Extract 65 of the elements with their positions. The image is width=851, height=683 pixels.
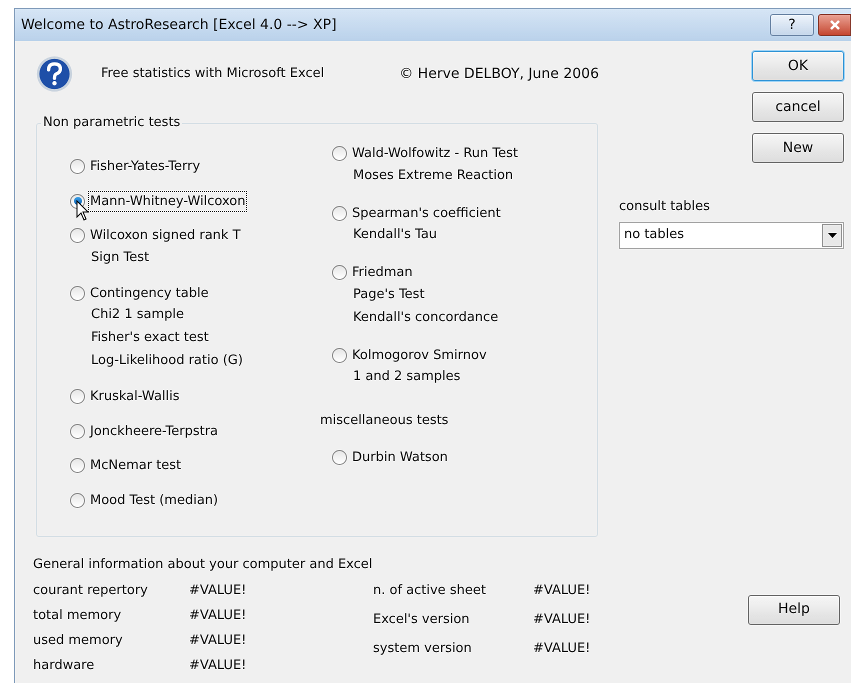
option-sublabel: Page's Test (353, 286, 426, 304)
info-label: system version (373, 640, 473, 658)
dialog-button[interactable]: cancel (752, 92, 844, 122)
radio-button[interactable] (70, 458, 85, 474)
option-label: Wald-Wolfowitz - Run Test (351, 145, 519, 163)
option-label: Spearman's coefficient (351, 204, 502, 222)
consult-label: consult tables (619, 198, 711, 216)
close-button[interactable] (818, 14, 851, 36)
info-value: #VALUE! (189, 582, 248, 600)
info-title: General information about your computer and Excel (33, 556, 374, 574)
radio-button[interactable] (70, 159, 85, 174)
option-sublabel: Fisher's exact test (91, 329, 210, 347)
radio-button[interactable] (332, 450, 347, 465)
dialog-button[interactable]: New (752, 133, 844, 163)
option-sublabel: Log-Likelihood ratio (G) (91, 352, 244, 370)
info-label: Excel's version (373, 610, 471, 628)
radio-button[interactable] (332, 146, 347, 162)
option-label: Wilcoxon signed rank T (89, 227, 242, 245)
dialog-button[interactable]: OK (752, 51, 844, 81)
option-sublabel: Kendall's concordance (353, 308, 500, 326)
option-label: Jonckheere-Terpstra (89, 422, 220, 440)
info-label: n. of active sheet (373, 582, 487, 600)
option-label: Kolmogorov Smirnov (351, 346, 488, 364)
option-sublabel: Kendall's Tau (353, 226, 438, 244)
window-title: Welcome to AstroResearch [Excel 4.0 --> XP] (21, 16, 338, 34)
option-sublabel: Chi2 1 sample (91, 306, 185, 324)
info-label: hardware (33, 656, 96, 674)
section-heading: miscellaneous tests (320, 412, 450, 430)
info-value: #VALUE! (533, 640, 590, 658)
radio-button[interactable] (70, 228, 85, 244)
mouse-cursor-icon (76, 200, 90, 222)
close-icon (828, 19, 840, 31)
option-label: Friedman (351, 264, 414, 282)
subtitle-text: Free statistics with Microsoft Excel (100, 65, 326, 84)
info-value: #VALUE! (189, 632, 248, 650)
info-label: total memory (33, 606, 122, 624)
option-label: Contingency table (89, 284, 210, 302)
info-value: #VALUE! (189, 606, 248, 624)
copyright-text: © Herve DELBOY, June 2006 (399, 64, 599, 84)
option-label: Mood Test (median) (89, 492, 220, 510)
option-label: Mann-Whitney-Wilcoxon (89, 192, 246, 211)
help-title-button[interactable]: ? (770, 14, 814, 36)
dropdown-arrow-icon (828, 232, 836, 238)
radio-button[interactable] (70, 286, 85, 301)
radio-button[interactable] (332, 265, 347, 280)
option-label: Fisher-Yates-Terry (89, 158, 202, 176)
info-label: used memory (33, 632, 124, 650)
info-label: courant repertory (33, 582, 149, 600)
info-value: #VALUE! (533, 582, 590, 600)
radio-button[interactable] (332, 206, 347, 221)
radio-button[interactable] (70, 424, 85, 439)
option-sublabel: Sign Test (91, 248, 150, 266)
radio-button[interactable] (70, 492, 85, 508)
option-label: McNemar test (89, 457, 182, 475)
radio-button[interactable] (332, 348, 347, 363)
tables-dropdown[interactable]: no tables (619, 222, 844, 248)
option-label: Kruskal-Wallis (89, 388, 181, 406)
info-value: #VALUE! (533, 610, 590, 628)
option-sublabel: 1 and 2 samples (353, 368, 462, 386)
option-label: Durbin Watson (351, 448, 449, 466)
option-sublabel: Moses Extreme Reaction (353, 166, 514, 184)
info-value: #VALUE! (189, 656, 248, 674)
dialog-button[interactable]: Help (748, 594, 840, 624)
radio-button[interactable] (70, 389, 85, 404)
group-legend: Non parametric tests (41, 114, 182, 132)
